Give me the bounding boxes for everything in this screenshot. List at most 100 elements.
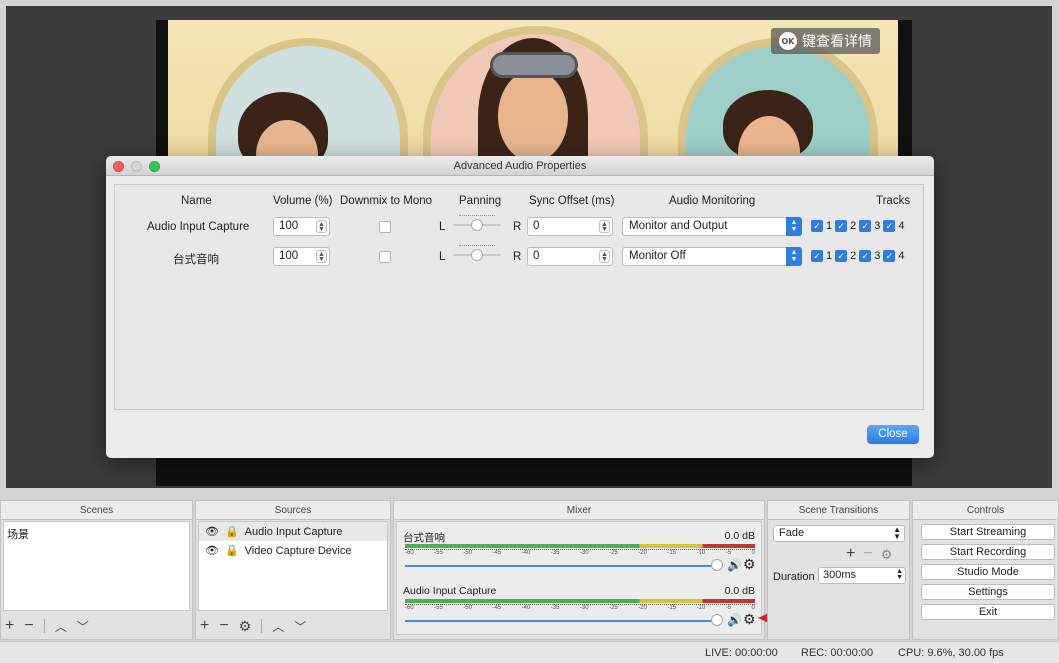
status-bar: LIVE: 00:00:00 REC: 00:00:00 CPU: 9.6%, … [0, 641, 1059, 663]
sync-offset-value: 0 [533, 250, 540, 262]
row-audio-input-name: Audio Input Capture [147, 221, 250, 233]
sync-offset-spinbox[interactable]: 0 ▲ ▼ [527, 247, 613, 266]
updown-chevron-icon[interactable]: ▲ ▼ [786, 247, 802, 266]
downmix-checkbox[interactable] [379, 221, 391, 233]
slider-knob[interactable] [471, 219, 483, 231]
source-item[interactable]: 👁 🔒 Audio Input Capture [199, 522, 387, 541]
track-checkbox-checked[interactable]: ✓ [811, 250, 823, 262]
track-checkbox-checked[interactable]: ✓ [835, 220, 848, 232]
scene-item[interactable]: 场景 [4, 522, 189, 546]
track-checkbox-checked[interactable]: ✓ [883, 220, 896, 232]
dialog-titlebar[interactable]: Advanced Audio Properties [106, 156, 934, 176]
monitoring-value: Monitor Off [629, 250, 686, 262]
tracks-group: ✓ 1 ✓ 2 ✓ 3 ✓ 4 [811, 250, 905, 262]
close-button[interactable]: Close [867, 425, 919, 444]
move-down-icon[interactable]: ﹀ [77, 618, 89, 635]
source-item[interactable]: 👁 🔒 Video Capture Device [199, 541, 387, 560]
volume-slider[interactable] [405, 620, 717, 622]
stepper-icon[interactable]: ▲ ▼ [316, 220, 327, 233]
slider-knob[interactable] [711, 559, 723, 571]
stepper-icon[interactable]: ▲ ▼ [599, 250, 610, 263]
pan-right-label: R [513, 251, 522, 263]
slider-knob[interactable] [471, 249, 483, 261]
stepper-icon[interactable]: ▲ ▼ [599, 220, 610, 233]
separator [261, 619, 263, 633]
duration-label: Duration [773, 571, 815, 583]
sync-offset-value: 0 [533, 220, 540, 232]
dialog-title: Advanced Audio Properties [453, 160, 587, 172]
track-checkbox-checked[interactable]: ✓ [883, 250, 896, 262]
track-checkbox-checked[interactable]: ✓ [811, 220, 823, 232]
lock-icon[interactable]: 🔒 [225, 525, 239, 538]
remove-icon[interactable]: − [24, 617, 33, 635]
exit-button[interactable]: Exit [921, 604, 1055, 620]
gear-icon[interactable]: ⚙ [743, 611, 756, 628]
track-checkbox-checked[interactable]: ✓ [859, 250, 872, 262]
header-audio-monitoring: Audio Monitoring [669, 195, 756, 207]
move-down-icon[interactable]: ﹀ [294, 618, 306, 635]
slider-knob[interactable] [711, 614, 723, 626]
goggles-icon [490, 52, 578, 78]
audio-monitoring-select[interactable]: Monitor Off ▲ ▼ [622, 247, 802, 266]
add-icon[interactable]: + [200, 617, 209, 635]
start-recording-button[interactable]: Start Recording [921, 544, 1055, 560]
minimize-window-icon[interactable] [131, 161, 142, 172]
gear-icon[interactable]: ⚙ [239, 618, 252, 635]
channel-name: 台式音响 [403, 532, 445, 544]
mixer-title: Mixer [394, 501, 764, 520]
sources-list[interactable]: 👁 🔒 Audio Input Capture 👁 🔒 Video Capture … [198, 521, 388, 611]
source-label: Audio Input Capture [244, 525, 343, 538]
scenes-list[interactable]: 场景 [3, 521, 190, 611]
monitoring-value: Monitor and Output [629, 220, 728, 232]
track-checkbox-checked[interactable]: ✓ [859, 220, 872, 232]
zoom-window-icon[interactable] [149, 161, 160, 172]
scene-transitions-dock: Scene Transitions Fade ▲ ▼ + − ⚙ Duration… [767, 500, 910, 640]
close-window-icon[interactable] [113, 161, 124, 172]
volume-spinbox[interactable]: 100 ▲ ▼ [273, 217, 330, 236]
eye-icon[interactable]: 👁 [205, 544, 219, 557]
sources-toolbar: + − ⚙ ︿ ﹀ [200, 617, 306, 635]
rec-timer: REC: 00:00:00 [801, 647, 874, 659]
track-label: 4 [898, 220, 905, 232]
gear-icon[interactable]: ⚙ [743, 556, 756, 573]
updown-chevron-icon[interactable]: ▲ ▼ [786, 217, 802, 236]
stepper-icon[interactable]: ▲ ▼ [316, 250, 327, 263]
meter-scale: -60 -55 -50 -45 -40 -35 -30 -25 -20 -15 -10 -5 0 [405, 604, 755, 611]
volume-spinbox[interactable]: 100 ▲ ▼ [273, 247, 330, 266]
add-icon[interactable]: + [5, 617, 14, 635]
controls-title: Controls [913, 501, 1058, 520]
ok-badge-text: 键查看详情 [802, 34, 872, 50]
lock-icon[interactable]: 🔒 [225, 544, 239, 557]
volume-value: 100 [279, 250, 299, 262]
panning-slider[interactable] [453, 213, 501, 233]
remove-icon[interactable]: − [219, 617, 228, 635]
separator [43, 619, 45, 633]
advanced-audio-properties-dialog: Advanced Audio Properties Name Volume (%… [106, 156, 934, 458]
move-up-icon[interactable]: ︿ [55, 618, 67, 635]
updown-chevron-icon[interactable]: ▲ ▼ [893, 526, 901, 541]
duration-spinbox[interactable]: 300ms ▲ ▼ [818, 567, 906, 584]
speaker-icon[interactable]: 🔊 [727, 558, 742, 572]
track-label: 3 [874, 220, 881, 232]
panning-slider[interactable] [453, 243, 501, 263]
remove-icon[interactable]: − [863, 545, 872, 563]
track-checkbox-checked[interactable]: ✓ [835, 250, 848, 262]
eye-icon[interactable]: 👁 [205, 525, 219, 538]
sync-offset-spinbox[interactable]: 0 ▲ ▼ [527, 217, 613, 236]
ok-detail-badge[interactable]: OK 键查看详情 [771, 28, 880, 54]
add-icon[interactable]: + [846, 545, 855, 563]
volume-slider[interactable] [405, 565, 717, 567]
gear-icon[interactable]: ⚙ [881, 545, 893, 563]
settings-button[interactable]: Settings [921, 584, 1055, 600]
transition-select[interactable]: Fade ▲ ▼ [773, 525, 905, 542]
transition-toolbar: + − ⚙ [846, 545, 892, 563]
audio-monitoring-select[interactable]: Monitor and Output ▲ ▼ [622, 217, 802, 236]
audio-properties-table: Name Volume (%) Downmix to Mono Panning … [114, 184, 924, 410]
track-label: 1 [826, 250, 833, 262]
speaker-icon[interactable]: 🔊 [727, 613, 742, 627]
downmix-checkbox[interactable] [379, 251, 391, 263]
start-streaming-button[interactable]: Start Streaming [921, 524, 1055, 540]
stepper-icon[interactable]: ▲ ▼ [896, 568, 903, 581]
move-up-icon[interactable]: ︿ [272, 618, 284, 635]
studio-mode-button[interactable]: Studio Mode [921, 564, 1055, 580]
